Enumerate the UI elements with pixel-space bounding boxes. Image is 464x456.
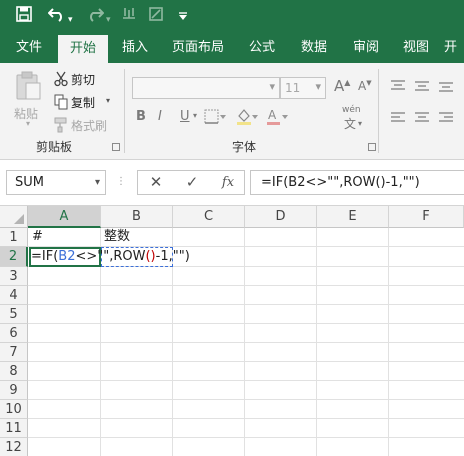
row-header-4[interactable]: 4	[0, 286, 28, 305]
font-size-combo[interactable]: 11 ▾	[280, 77, 326, 99]
tab-formulas[interactable]: 公式	[240, 33, 284, 63]
group-divider	[124, 69, 125, 153]
align-bottom-icon[interactable]	[438, 79, 454, 96]
paste-button[interactable]: 粘贴 ▾	[10, 69, 48, 133]
row-header-6[interactable]: 6	[0, 324, 28, 343]
row-header-12[interactable]: 12	[0, 438, 28, 456]
chevron-down-icon: ▾	[315, 80, 321, 93]
cell-b1[interactable]: 整数	[101, 228, 173, 247]
undo-icon[interactable]	[47, 6, 66, 27]
enter-button[interactable]: ✓	[178, 170, 206, 195]
copy-dropdown-icon: ▾	[106, 96, 111, 105]
more-dots-icon: ⋮	[116, 176, 126, 187]
font-launcher-icon[interactable]	[368, 143, 376, 151]
column-header-a[interactable]: A	[28, 206, 101, 228]
align-top-icon[interactable]	[390, 79, 406, 96]
column-header-d[interactable]: D	[245, 206, 317, 228]
row-header-5[interactable]: 5	[0, 305, 28, 324]
fill-color-icon[interactable]	[236, 108, 258, 129]
formula-input[interactable]: =IF(B2<>"",ROW()-1,"")	[250, 170, 464, 195]
cut-button[interactable]: 剪切	[52, 69, 112, 89]
underline-button[interactable]: U	[180, 109, 190, 124]
tab-insert[interactable]: 插入	[112, 33, 158, 63]
underline-dropdown-icon[interactable]: ▾	[193, 111, 197, 120]
row-header-8[interactable]: 8	[0, 362, 28, 381]
row-header-9[interactable]: 9	[0, 381, 28, 400]
group-divider	[378, 69, 379, 153]
align-center-icon[interactable]	[414, 111, 430, 128]
ribbon: 粘贴 ▾ 剪切 复制 ▾ 格式刷 剪贴板 ▾ 11 ▾ A▲ A▼ B I U …	[0, 63, 464, 160]
font-name-combo[interactable]: ▾	[132, 77, 280, 99]
clipboard-launcher-icon[interactable]	[112, 143, 120, 151]
increase-font-icon[interactable]: A▲	[334, 77, 350, 95]
row-header-7[interactable]: 7	[0, 343, 28, 362]
chevron-down-icon: ▾	[269, 80, 275, 93]
worksheet-grid: A B C D E F 1 2 3 4 5 6 7 8 9 10 11 12 #…	[0, 206, 464, 456]
format-painter-button[interactable]: 格式刷	[52, 115, 116, 135]
insert-function-button[interactable]: fx	[214, 170, 242, 195]
row-header-11[interactable]: 11	[0, 419, 28, 438]
repeat-icon[interactable]	[122, 6, 136, 27]
column-header-e[interactable]: E	[317, 206, 389, 228]
column-header-b[interactable]: B	[101, 206, 173, 228]
bold-button[interactable]: B	[136, 109, 146, 124]
clipboard-icon	[14, 71, 42, 104]
align-middle-icon[interactable]	[414, 79, 430, 96]
paste-dropdown-icon: ▾	[26, 119, 31, 128]
clipboard-group-label: 剪贴板	[36, 140, 73, 154]
align-left-icon[interactable]	[390, 111, 406, 128]
cell-edit-text: =IF(B2<>"",ROW()-1,"")	[31, 249, 190, 264]
ribbon-tabs: 文件 开始 插入 页面布局 公式 数据 审阅 视图 开	[0, 33, 464, 63]
font-size-value: 11	[285, 81, 301, 95]
phonetic-label: wén	[342, 105, 361, 115]
tab-page-layout[interactable]: 页面布局	[164, 33, 232, 63]
name-box[interactable]: SUM ▾	[6, 170, 106, 195]
paintbrush-icon	[54, 117, 68, 136]
phonetic-char-icon: 文	[344, 117, 357, 131]
font-color-icon[interactable]: A	[266, 107, 288, 129]
tab-data[interactable]: 数据	[292, 33, 336, 63]
tab-developer[interactable]: 开	[444, 33, 464, 63]
column-header-f[interactable]: F	[389, 206, 464, 228]
dropdown-arrow-icon[interactable]	[178, 9, 188, 29]
formula-bar: SUM ▾ ⋮ ✕ ✓ fx =IF(B2<>"",ROW()-1,"")	[0, 160, 464, 206]
pin-icon[interactable]	[148, 6, 164, 27]
font-group-label: 字体	[232, 140, 257, 154]
redo-dropdown-icon[interactable]: ▾	[106, 10, 111, 30]
tab-file[interactable]: 文件	[6, 33, 52, 63]
undo-dropdown-icon[interactable]: ▾	[68, 10, 73, 30]
svg-text:A: A	[268, 108, 277, 122]
copy-button[interactable]: 复制 ▾	[52, 92, 116, 112]
name-box-value: SUM	[15, 175, 44, 190]
phonetic-button[interactable]: wén 文 ▾	[340, 105, 366, 131]
copy-label: 复制	[71, 96, 96, 110]
border-icon[interactable]	[204, 109, 226, 128]
redo-icon[interactable]	[86, 6, 105, 27]
tab-review[interactable]: 审阅	[344, 33, 388, 63]
title-bar: ▾ ▾	[0, 0, 464, 33]
cut-label: 剪切	[71, 73, 96, 87]
column-header-c[interactable]: C	[173, 206, 245, 228]
tab-view[interactable]: 视图	[394, 33, 438, 63]
cell-a1[interactable]: #	[29, 228, 101, 247]
copy-icon	[54, 94, 68, 113]
phonetic-dropdown-icon: ▾	[358, 119, 363, 128]
floppy-disk-icon[interactable]	[16, 6, 32, 27]
row-header-10[interactable]: 10	[0, 400, 28, 419]
row-header-2[interactable]: 2	[0, 247, 28, 267]
align-right-icon[interactable]	[438, 111, 454, 128]
decrease-font-icon[interactable]: A▼	[358, 79, 372, 93]
row-header-3[interactable]: 3	[0, 267, 28, 286]
chevron-down-icon: ▾	[94, 177, 100, 188]
scissors-icon	[54, 71, 68, 90]
row-header-1[interactable]: 1	[0, 228, 28, 247]
cancel-button[interactable]: ✕	[142, 170, 170, 195]
italic-button[interactable]: I	[158, 109, 162, 124]
select-all-button[interactable]	[0, 206, 28, 228]
format-painter-label: 格式刷	[71, 119, 108, 133]
tab-home[interactable]: 开始	[58, 35, 108, 63]
